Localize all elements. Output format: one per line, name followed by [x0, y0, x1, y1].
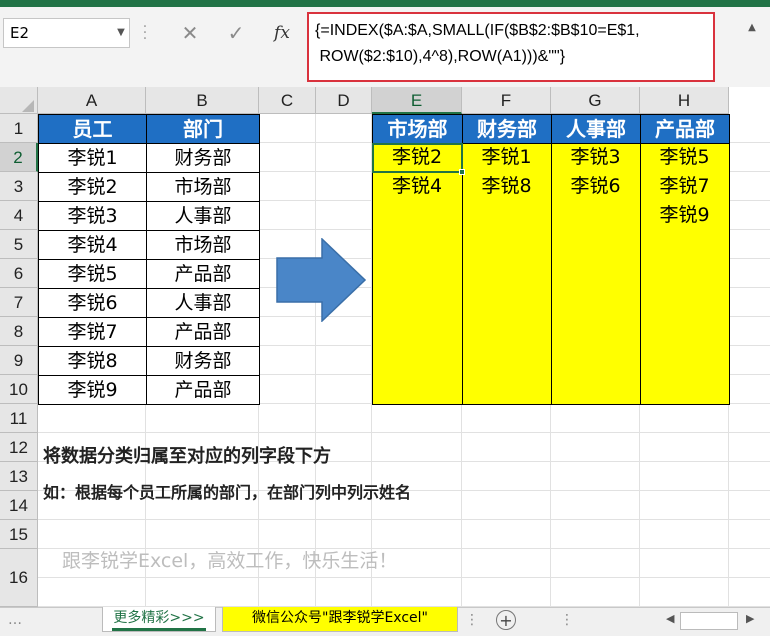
row-header-9[interactable]: 9	[0, 346, 38, 375]
row-header-10[interactable]: 10	[0, 375, 38, 404]
column-header-d[interactable]: D	[316, 87, 372, 114]
table-cell[interactable]: 李锐6	[38, 288, 147, 318]
scroll-left-icon[interactable]: ◀	[666, 612, 674, 625]
row-header-2[interactable]: 2	[0, 143, 38, 172]
result-header-cell[interactable]: 产品部	[640, 114, 730, 144]
table-cell[interactable]: 李锐4	[38, 230, 147, 260]
result-cell[interactable]: 李锐8	[462, 172, 551, 201]
table-cell[interactable]: 财务部	[146, 143, 260, 173]
formula-text: {=INDEX($A:$A,SMALL(IF($B$2:$B$10=E$1, R…	[315, 22, 640, 65]
chevron-up-icon[interactable]: ▲	[745, 22, 759, 42]
column-header-a[interactable]: A	[38, 87, 146, 114]
column-header-e[interactable]: E	[372, 87, 462, 114]
result-header-cell[interactable]: 财务部	[462, 114, 552, 144]
gridline-horizontal	[38, 432, 770, 433]
result-cell[interactable]: 李锐1	[462, 143, 551, 172]
row-header-15[interactable]: 15	[0, 520, 38, 549]
sheet-tab-wechat[interactable]: 微信公众号"跟李锐学Excel"	[222, 607, 458, 632]
active-tab-indicator	[112, 628, 206, 631]
drag-handle-icon[interactable]: · · ·	[142, 20, 148, 46]
row-header-14[interactable]: 14	[0, 491, 38, 520]
gridline-horizontal	[38, 577, 770, 578]
row-header-6[interactable]: 6	[0, 259, 38, 288]
row-header-1[interactable]: 1	[0, 114, 38, 143]
table-header-cell[interactable]: 部门	[146, 114, 260, 144]
table-cell[interactable]: 李锐2	[38, 172, 147, 202]
table-cell[interactable]: 李锐8	[38, 346, 147, 376]
column-header-g[interactable]: G	[551, 87, 640, 114]
table-cell[interactable]: 人事部	[146, 288, 260, 318]
row-header-3[interactable]: 3	[0, 172, 38, 201]
row-header-12[interactable]: 12	[0, 433, 38, 462]
table-header-cell[interactable]: 员工	[38, 114, 147, 144]
table-cell[interactable]: 产品部	[146, 375, 260, 405]
gridline-vertical	[315, 114, 316, 607]
table-cell[interactable]: 产品部	[146, 259, 260, 289]
row-header-13[interactable]: 13	[0, 462, 38, 491]
table-cell[interactable]: 市场部	[146, 230, 260, 260]
select-all-icon	[22, 100, 34, 112]
result-cell[interactable]: 李锐5	[640, 143, 729, 172]
result-cell[interactable]: 李锐3	[551, 143, 640, 172]
table-cell[interactable]: 李锐1	[38, 143, 147, 173]
watermark-text: 跟李锐学Excel，高效工作，快乐生活！	[62, 550, 398, 572]
gridline-horizontal	[38, 519, 770, 520]
insert-function-button[interactable]: fx	[262, 18, 302, 48]
table-cell[interactable]: 人事部	[146, 201, 260, 231]
row-header-4[interactable]: 4	[0, 201, 38, 230]
table-cell[interactable]: 李锐3	[38, 201, 147, 231]
table-cell[interactable]: 李锐5	[38, 259, 147, 289]
result-cell[interactable]: 李锐6	[551, 172, 640, 201]
note-description: 如：根据每个员工所属的部门，在部门列中列示姓名	[43, 483, 412, 502]
column-header-h[interactable]: H	[640, 87, 729, 114]
enter-icon[interactable]: ✓	[216, 18, 256, 48]
result-cell[interactable]: 李锐9	[640, 201, 729, 230]
right-arrow-shape	[276, 238, 366, 322]
scroll-right-icon[interactable]: ▶	[746, 612, 754, 625]
note-title: 将数据分类归属至对应的列字段下方	[43, 446, 331, 467]
fill-handle[interactable]	[459, 169, 465, 175]
row-header-7[interactable]: 7	[0, 288, 38, 317]
table-cell[interactable]: 市场部	[146, 172, 260, 202]
result-cell[interactable]: 李锐7	[640, 172, 729, 201]
chevron-down-icon[interactable]: ▼	[112, 18, 130, 48]
row-header-16[interactable]: 16	[0, 549, 38, 607]
column-header-f[interactable]: F	[462, 87, 551, 114]
table-cell[interactable]: 产品部	[146, 317, 260, 347]
name-box[interactable]: E2	[3, 18, 130, 48]
row-header-8[interactable]: 8	[0, 317, 38, 346]
column-header-b[interactable]: B	[146, 87, 259, 114]
result-header-cell[interactable]: 市场部	[372, 114, 463, 144]
add-sheet-button[interactable]: +	[496, 610, 516, 630]
row-header-11[interactable]: 11	[0, 404, 38, 433]
result-header-cell[interactable]: 人事部	[551, 114, 641, 144]
active-cell-selection[interactable]	[372, 143, 463, 173]
sheet-nav-icon[interactable]: …	[8, 612, 22, 628]
table-cell[interactable]: 李锐9	[38, 375, 147, 405]
table-cell[interactable]: 李锐7	[38, 317, 147, 347]
horizontal-scrollbar[interactable]	[680, 612, 738, 630]
tab-separator-icon: ⋮	[465, 612, 479, 628]
cancel-icon[interactable]: ✕	[170, 18, 210, 48]
scroll-split-icon[interactable]: ⋮	[560, 612, 574, 628]
ribbon-edge	[0, 0, 770, 7]
column-header-c[interactable]: C	[259, 87, 316, 114]
result-cell[interactable]: 李锐4	[372, 172, 462, 201]
table-cell[interactable]: 财务部	[146, 346, 260, 376]
row-header-5[interactable]: 5	[0, 230, 38, 259]
